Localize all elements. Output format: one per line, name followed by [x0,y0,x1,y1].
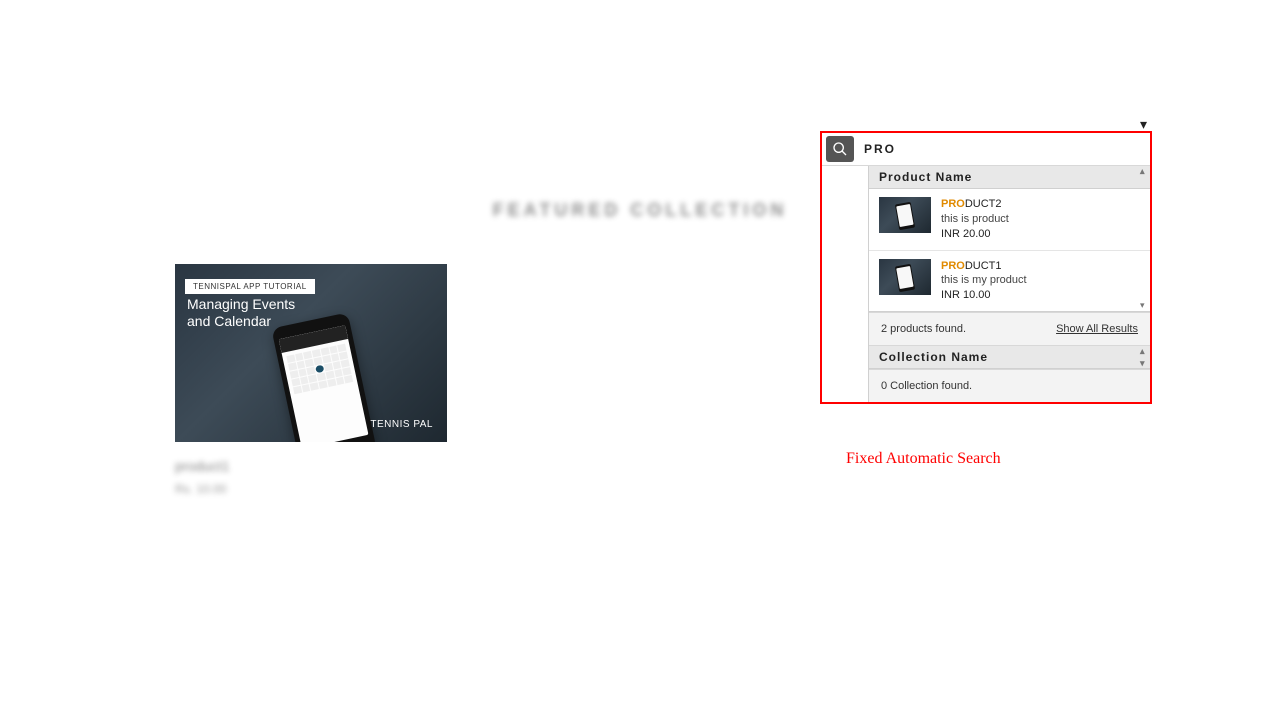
products-footer: 2 products found. Show All Results [869,312,1150,346]
thumbnail-label: TENNISPAL APP TUTORIAL [185,279,315,294]
result-title: PRODUCT1 [941,259,1027,274]
collection-section-header: Collection Name ▴ ▾ [869,346,1150,369]
search-button[interactable] [826,136,854,162]
result-price: INR 20.00 [941,227,1009,242]
search-panel: Product Name ▴ PRODUCT2 this is product … [820,131,1152,404]
search-results: Product Name ▴ PRODUCT2 this is product … [822,165,1150,402]
result-description: this is product [941,212,1009,227]
scroll-up-icon[interactable]: ▴ [1140,167,1148,175]
product-thumbnail[interactable]: TENNISPAL APP TUTORIAL Managing Events a… [175,264,447,442]
product-price: Rs. 10.00 [175,482,447,496]
thumbnail-title: Managing Events and Calendar [187,296,295,330]
phone-mockup [271,312,376,442]
scroll-up-icon[interactable]: ▴ [1140,347,1148,355]
collections-footer: 0 Collection found. [869,369,1150,402]
result-title: PRODUCT2 [941,197,1009,212]
product-card[interactable]: TENNISPAL APP TUTORIAL Managing Events a… [175,264,447,496]
result-description: this is my product [941,273,1027,288]
product-section-header: Product Name ▴ [869,166,1150,189]
product-name: product1 [175,458,447,474]
search-icon [832,141,848,157]
result-thumbnail [879,197,931,233]
show-all-results-link[interactable]: Show All Results [1056,323,1138,335]
collections-found-text: 0 Collection found. [881,380,972,392]
search-result-item[interactable]: PRODUCT1 this is my product INR 10.00 ▾ [869,251,1150,313]
annotation-caption: Fixed Automatic Search [846,450,1001,468]
search-bar [822,133,1150,165]
search-result-item[interactable]: PRODUCT2 this is product INR 20.00 [869,189,1150,251]
result-thumbnail [879,259,931,295]
products-found-text: 2 products found. [881,323,966,335]
thumbnail-logo: TENNIS PAL [370,419,433,430]
search-input[interactable] [858,142,1150,156]
scroll-down-icon[interactable]: ▾ [1140,359,1148,367]
result-price: INR 10.00 [941,288,1027,303]
featured-collection-heading: FEATURED COLLECTION [493,200,788,221]
scroll-down-icon[interactable]: ▾ [1140,301,1148,309]
